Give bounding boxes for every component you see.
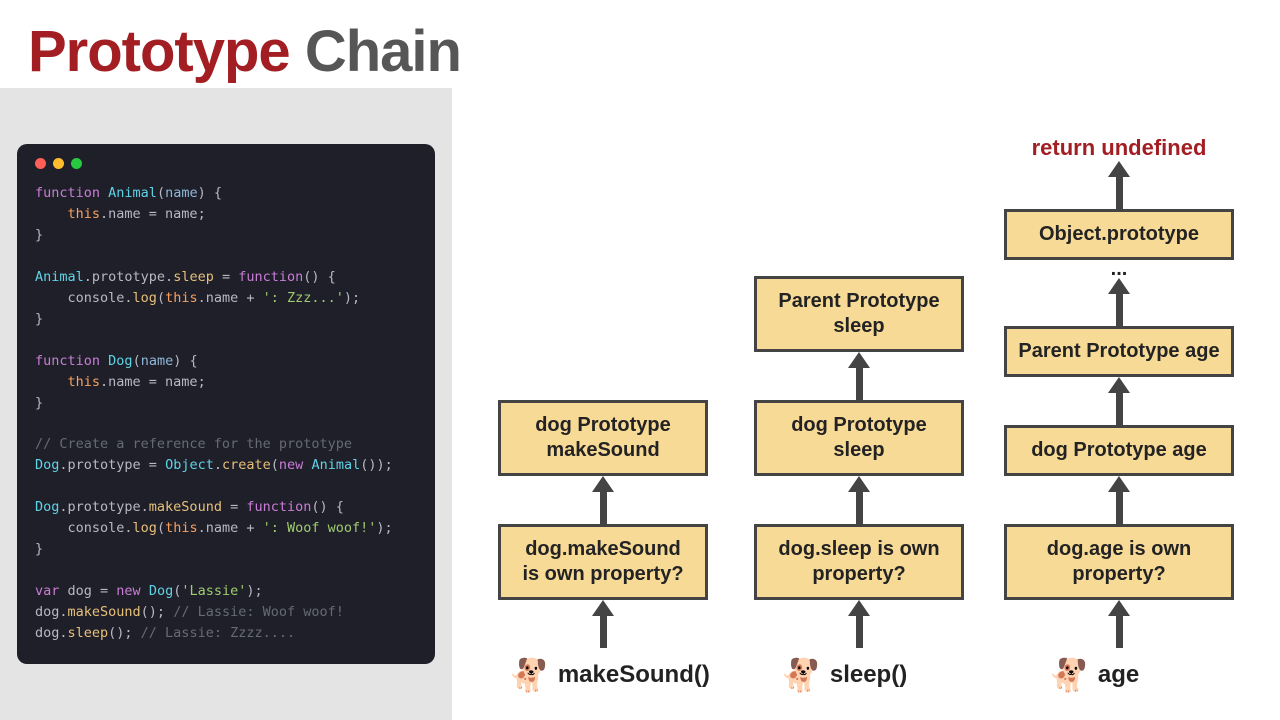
chain-box: dog.age is own property?	[1004, 524, 1234, 600]
title-primary: Prototype	[28, 19, 290, 84]
dog-icon: 🐕	[1048, 656, 1088, 694]
arrow-up-icon	[1108, 278, 1130, 326]
close-icon	[35, 158, 46, 169]
chain-box: dog.sleep is own property?	[754, 524, 964, 600]
page-title: Prototype Chain	[28, 18, 461, 85]
chain-box: Object.prototype	[1004, 209, 1234, 260]
title-secondary: Chain	[305, 19, 461, 84]
arrow-up-icon	[848, 476, 870, 524]
dog-icon: 🐕	[508, 656, 548, 694]
chain-box: Parent Prototype age	[1004, 326, 1234, 377]
chain-column: dog.makeSoundis own property? dog Prototy…	[498, 400, 708, 648]
minimize-icon	[53, 158, 64, 169]
chain-start: 🐕 makeSound()	[508, 656, 710, 694]
arrow-up-icon	[592, 600, 614, 648]
arrow-up-icon	[592, 476, 614, 524]
chain-box: dog Prototype age	[1004, 425, 1234, 476]
window-traffic-lights	[35, 158, 417, 169]
chain-start-label: age	[1098, 661, 1139, 689]
chain-box: Parent Prototype sleep	[754, 276, 964, 352]
ellipsis: ...	[1111, 260, 1128, 278]
code-panel: function Animal(name) { this.name = name…	[0, 88, 452, 720]
chain-box: dog Prototype sleep	[754, 400, 964, 476]
arrow-up-icon	[1108, 600, 1130, 648]
chain-start: 🐕 age	[1048, 656, 1139, 694]
chain-box: dog.makeSoundis own property?	[498, 524, 708, 600]
arrow-up-icon	[848, 352, 870, 400]
code-block: function Animal(name) { this.name = name…	[35, 183, 417, 643]
chain-column: dog.age is own property? dog Prototype ag…	[1004, 135, 1234, 648]
chain-start-label: sleep()	[830, 661, 907, 689]
chain-box: dog Prototype makeSound	[498, 400, 708, 476]
dog-icon: 🐕	[780, 656, 820, 694]
chain-start-label: makeSound()	[558, 661, 710, 689]
chain-start: 🐕 sleep()	[780, 656, 907, 694]
arrow-up-icon	[1108, 476, 1130, 524]
chain-terminal-label: return undefined	[1032, 135, 1207, 161]
arrow-up-icon	[848, 600, 870, 648]
maximize-icon	[71, 158, 82, 169]
chain-column: dog.sleep is own property? dog Prototype …	[754, 276, 964, 648]
arrow-up-icon	[1108, 161, 1130, 209]
arrow-up-icon	[1108, 377, 1130, 425]
diagram-area: dog.makeSoundis own property? dog Prototy…	[452, 0, 1280, 720]
code-window: function Animal(name) { this.name = name…	[17, 144, 435, 663]
